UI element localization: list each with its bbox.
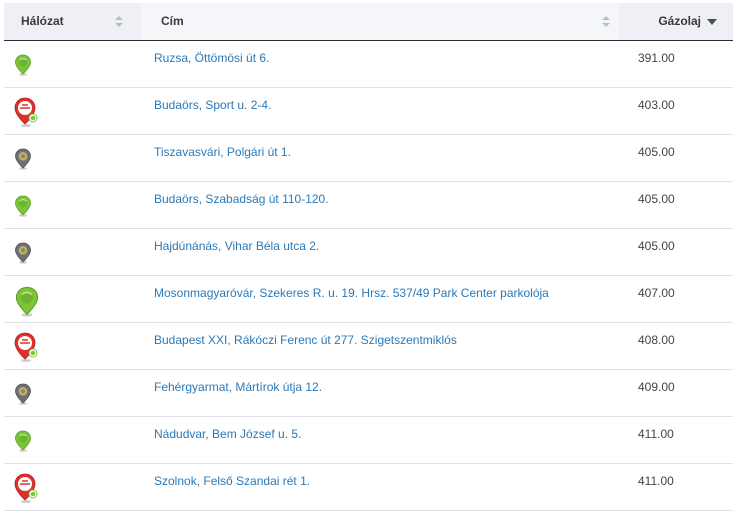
diesel-price: 409.00 [638,380,675,394]
column-header-price-label: Gázolaj [658,14,701,28]
table-row: Hajdúnánás, Vihar Béla utca 2. 405.00 [4,229,733,276]
table-row: Mosonmagyaróvár, Szekeres R. u. 19. Hrsz… [4,276,733,323]
sort-icon[interactable] [602,16,610,27]
station-address-link[interactable]: Ruzsa, Öttömösi út 6. [154,51,269,65]
table-row: Nádudvar, Bem József u. 5. 411.00 [4,417,733,464]
table-body: Ruzsa, Öttömösi út 6. 391.00 Budaörs, Spo… [4,41,733,511]
table-row: Tiszavasvári, Polgári út 1. 405.00 [4,135,733,182]
diesel-price: 407.00 [638,286,675,300]
table-row: Fehérgyarmat, Mártírok útja 12. 409.00 [4,370,733,417]
column-header-network[interactable]: Hálózat [4,3,141,40]
station-address-link[interactable]: Fehérgyarmat, Mártírok útja 12. [154,380,322,394]
diesel-price: 405.00 [638,192,675,206]
diesel-price: 391.00 [638,51,675,65]
station-address-link[interactable]: Budaörs, Sport u. 2-4. [154,98,271,112]
station-address-link[interactable]: Nádudvar, Bem József u. 5. [154,427,301,441]
station-address-link[interactable]: Budaörs, Szabadság út 110-120. [154,192,329,206]
column-header-address-label: Cím [161,14,184,28]
diesel-price: 405.00 [638,239,675,253]
station-price-table: Hálózat Cím Gázolaj Ruzsa, Öttömösi út 6… [4,3,733,511]
diesel-price: 403.00 [638,98,675,112]
sort-descending-icon[interactable] [707,19,717,25]
station-address-link[interactable]: Mosonmagyaróvár, Szekeres R. u. 19. Hrsz… [154,286,549,300]
diesel-price: 405.00 [638,145,675,159]
table-row: Szolnok, Felső Szandai rét 1. 411.00 [4,464,733,511]
column-header-address[interactable]: Cím [141,3,619,40]
table-row: Budapest XXI, Rákóczi Ferenc út 277. Szi… [4,323,733,370]
sort-icon[interactable] [115,16,123,27]
diesel-price: 408.00 [638,333,675,347]
table-row: Budaörs, Sport u. 2-4. 403.00 [4,88,733,135]
diesel-price: 411.00 [638,427,674,441]
column-header-price[interactable]: Gázolaj [619,3,733,40]
station-address-link[interactable]: Szolnok, Felső Szandai rét 1. [154,474,310,488]
table-row: Ruzsa, Öttömösi út 6. 391.00 [4,41,733,88]
column-header-network-label: Hálózat [21,14,64,28]
diesel-price: 411.00 [638,474,674,488]
table-header: Hálózat Cím Gázolaj [4,3,733,41]
station-address-link[interactable]: Hajdúnánás, Vihar Béla utca 2. [154,239,319,253]
table-row: Budaörs, Szabadság út 110-120. 405.00 [4,182,733,229]
station-address-link[interactable]: Budapest XXI, Rákóczi Ferenc út 277. Szi… [154,333,457,347]
station-address-link[interactable]: Tiszavasvári, Polgári út 1. [154,145,291,159]
